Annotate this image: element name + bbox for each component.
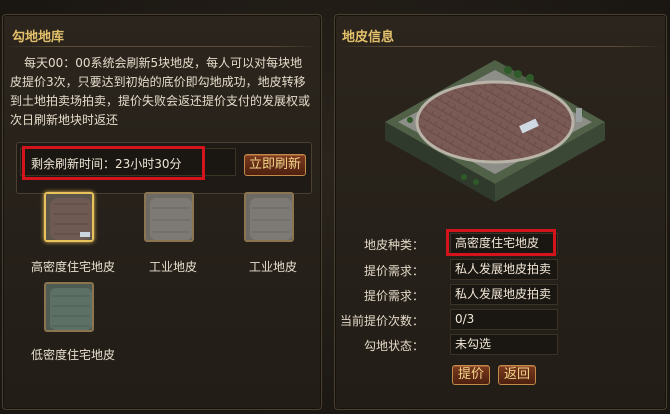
info-label-status: 勾地状态： [363, 339, 424, 353]
info-value-type: 高密度住宅地皮 [450, 233, 558, 254]
industrial-tile-icon[interactable] [144, 192, 194, 242]
info-label-bid-req-1: 提价需求： [363, 264, 424, 278]
back-button[interactable]: 返回 [498, 365, 536, 385]
info-title-divider [338, 46, 663, 47]
rules-description: 每天00：00系统会刷新5块地皮，每人可以对每块地皮提价3次，只要达到初始的底价… [10, 56, 311, 127]
land-reserve-title: 勾地地库 [12, 30, 65, 45]
high-density-residential-tile-icon[interactable] [44, 192, 94, 242]
refresh-timer-text: 剩余刷新时间：23小时30分 [31, 157, 182, 171]
info-value-bid-count: 0/3 [450, 309, 558, 330]
bid-button[interactable]: 提价 [452, 365, 490, 385]
game-window: 勾地地库 每天00：00系统会刷新5块地皮，每人可以对每块地皮提价3次，只要达到… [0, 0, 670, 414]
tile-label-1: 高密度住宅地皮 [30, 260, 115, 274]
info-value-bid-req-2: 私人发展地皮拍卖 [450, 284, 558, 305]
tile-label-3: 工业地皮 [248, 260, 297, 274]
land-info-title: 地皮信息 [342, 30, 395, 45]
low-density-residential-tile-icon[interactable] [44, 282, 94, 332]
info-value-bid-req-1: 私人发展地皮拍卖 [450, 259, 558, 280]
info-label-type: 地皮种类： [363, 238, 424, 252]
industrial-tile-icon[interactable] [244, 192, 294, 242]
info-label-bid-count: 当前提价次数： [339, 314, 424, 328]
info-value-status: 未勾选 [450, 334, 558, 355]
info-label-bid-req-2: 提价需求： [363, 289, 424, 303]
refresh-timer-field: 剩余刷新时间：23小时30分 [20, 148, 236, 176]
tile-label-2: 工业地皮 [148, 260, 197, 274]
refresh-now-button[interactable]: 立即刷新 [244, 154, 306, 176]
title-divider [6, 46, 318, 47]
tile-label-4: 低密度住宅地皮 [30, 348, 115, 362]
land-plot-preview-icon [380, 52, 610, 232]
